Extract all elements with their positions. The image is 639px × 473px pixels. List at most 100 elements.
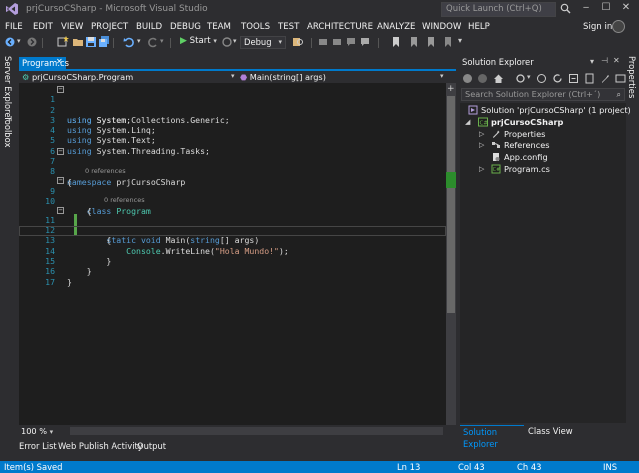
attach-process-icon[interactable] <box>221 36 233 48</box>
code-line: 1 − using System; <box>19 84 446 125</box>
quick-launch-input[interactable]: Quick Launch (Ctrl+Q) <box>441 2 556 17</box>
properties-tab[interactable]: Properties <box>627 56 637 98</box>
refresh-icon[interactable] <box>552 73 563 84</box>
close-icon[interactable]: ✕ <box>613 56 620 65</box>
class-dropdown[interactable]: ⚙ prjCursoCSharp.Program <box>22 72 133 82</box>
menu-build[interactable]: BUILD <box>136 22 162 32</box>
undo-icon[interactable] <box>123 36 135 48</box>
step-into-icon[interactable] <box>317 36 329 48</box>
tab-class-view[interactable]: Class View <box>528 426 573 436</box>
toolbar-separator <box>311 38 312 48</box>
start-debugging-button[interactable]: ▶ Start ▾ <box>180 36 217 46</box>
split-editor-icon[interactable]: + <box>447 84 455 94</box>
save-icon[interactable] <box>85 36 97 48</box>
avatar[interactable] <box>612 20 625 33</box>
comment-icon[interactable] <box>345 36 357 48</box>
menu-team[interactable]: TEAM <box>207 22 231 32</box>
redo-icon[interactable] <box>147 36 159 48</box>
preview-icon[interactable] <box>615 73 626 84</box>
tab-error-list[interactable]: Error List <box>19 441 57 451</box>
forward-icon[interactable] <box>477 73 488 84</box>
collapsed-arrow-icon[interactable]: ▷ <box>479 140 484 151</box>
menu-view[interactable]: VIEW <box>61 22 83 32</box>
tree-item-label: Properties <box>504 129 546 139</box>
properties-icon[interactable] <box>600 73 611 84</box>
collapse-all-icon[interactable] <box>568 73 579 84</box>
close-icon[interactable]: ✕ <box>56 57 63 66</box>
navigate-forward-icon[interactable] <box>26 36 38 48</box>
collapsed-arrow-icon[interactable]: ▷ <box>479 129 484 140</box>
minimize-button[interactable]: ‒ <box>576 1 596 15</box>
tree-item-label: App.config <box>504 152 548 162</box>
menu-project[interactable]: PROJECT <box>91 22 128 32</box>
find-in-files-icon[interactable] <box>292 36 304 48</box>
new-project-icon[interactable] <box>57 36 69 48</box>
collapse-icon[interactable]: − <box>57 86 64 93</box>
dropdown-arrow-icon[interactable]: ▾ <box>17 37 21 45</box>
collapse-icon[interactable]: − <box>57 177 64 185</box>
previous-bookmark-icon[interactable] <box>408 36 420 48</box>
undo-dropdown-icon[interactable]: ▾ <box>137 37 141 45</box>
solution-explorer-search-input[interactable]: Search Solution Explorer (Ctrl+´) ⌕ <box>461 88 625 101</box>
server-explorer-tab[interactable]: Server Explorer <box>3 56 13 121</box>
clear-bookmarks-icon[interactable] <box>442 36 454 48</box>
code-editor[interactable]: 1 − using System; 2 using System.Collect… <box>19 83 446 425</box>
collapse-icon[interactable]: − <box>57 147 64 155</box>
menu-tools[interactable]: TOOLS <box>241 22 270 32</box>
status-char: Ch 43 <box>517 462 542 472</box>
zoom-select[interactable]: 100 % ▾ <box>21 426 53 436</box>
codelens-references[interactable]: 0 references <box>85 167 126 175</box>
menu-test[interactable]: TEST <box>278 22 299 32</box>
show-all-files-icon[interactable] <box>584 73 595 84</box>
chevron-down-icon[interactable]: ▾ <box>233 37 237 45</box>
chevron-down-icon[interactable]: ▾ <box>231 72 235 80</box>
menu-edit[interactable]: EDIT <box>33 22 53 32</box>
menu-file[interactable]: FILE <box>5 22 23 32</box>
csharp-project-icon: C# <box>478 117 488 127</box>
menu-analyze[interactable]: ANALYZE <box>377 22 415 32</box>
back-icon[interactable] <box>462 73 473 84</box>
menu-debug[interactable]: DEBUG <box>170 22 201 32</box>
next-bookmark-icon[interactable] <box>425 36 437 48</box>
member-dropdown[interactable]: ⬣ Main(string[] args) <box>240 72 326 82</box>
pending-changes-icon[interactable] <box>536 73 547 84</box>
uncomment-icon[interactable] <box>359 36 371 48</box>
chevron-down-icon[interactable]: ▾ <box>527 73 531 81</box>
save-all-icon[interactable] <box>98 36 110 48</box>
open-folder-icon[interactable] <box>72 36 84 48</box>
chevron-down-icon[interactable]: ▾ <box>440 72 444 80</box>
codelens-references[interactable]: 0 references <box>104 196 145 204</box>
sync-icon[interactable] <box>515 73 526 84</box>
collapsed-arrow-icon[interactable]: ▷ <box>479 164 484 175</box>
window-position-icon[interactable]: ▾ <box>590 57 594 66</box>
step-over-icon[interactable] <box>331 36 343 48</box>
menu-window[interactable]: WINDOW <box>422 22 461 32</box>
navigate-back-icon[interactable] <box>4 36 16 48</box>
code-text: } <box>67 276 72 287</box>
maximize-button[interactable]: ☐ <box>596 1 616 15</box>
expanded-arrow-icon[interactable]: ◢ <box>465 117 470 128</box>
menu-architecture[interactable]: ARCHITECTURE <box>307 22 373 32</box>
scrollbar-thumb[interactable] <box>447 96 455 313</box>
menu-help[interactable]: HELP <box>468 22 490 32</box>
collapse-icon[interactable]: − <box>57 206 64 214</box>
solution-configuration-select[interactable]: Debug ▾ <box>240 36 286 49</box>
horizontal-scrollbar[interactable] <box>70 427 443 435</box>
toolbar-overflow-icon[interactable]: ▾ <box>458 36 462 45</box>
tab-web-publish-activity[interactable]: Web Publish Activity <box>58 441 143 451</box>
toolbar-separator <box>113 38 114 48</box>
sign-in-link[interactable]: Sign in <box>583 22 612 32</box>
bookmark-icon[interactable] <box>390 36 402 48</box>
tree-item-label: Program.cs <box>504 164 550 174</box>
redo-dropdown-icon[interactable]: ▾ <box>160 37 164 45</box>
search-icon[interactable] <box>560 3 571 14</box>
pin-icon[interactable]: ⊣ <box>601 56 608 65</box>
close-button[interactable]: ✕ <box>616 1 636 15</box>
code-line: 11 − static void Main(string[] args) <box>19 205 446 245</box>
solution-icon <box>468 105 478 115</box>
tab-solution-explorer[interactable]: Solution Explorer <box>460 425 524 449</box>
tree-item-label: Solution 'prjCursoCSharp' (1 project) <box>481 105 631 115</box>
tab-output[interactable]: Output <box>137 441 166 451</box>
toolbox-tab[interactable]: Toolbox <box>3 116 13 147</box>
home-icon[interactable] <box>493 73 504 84</box>
